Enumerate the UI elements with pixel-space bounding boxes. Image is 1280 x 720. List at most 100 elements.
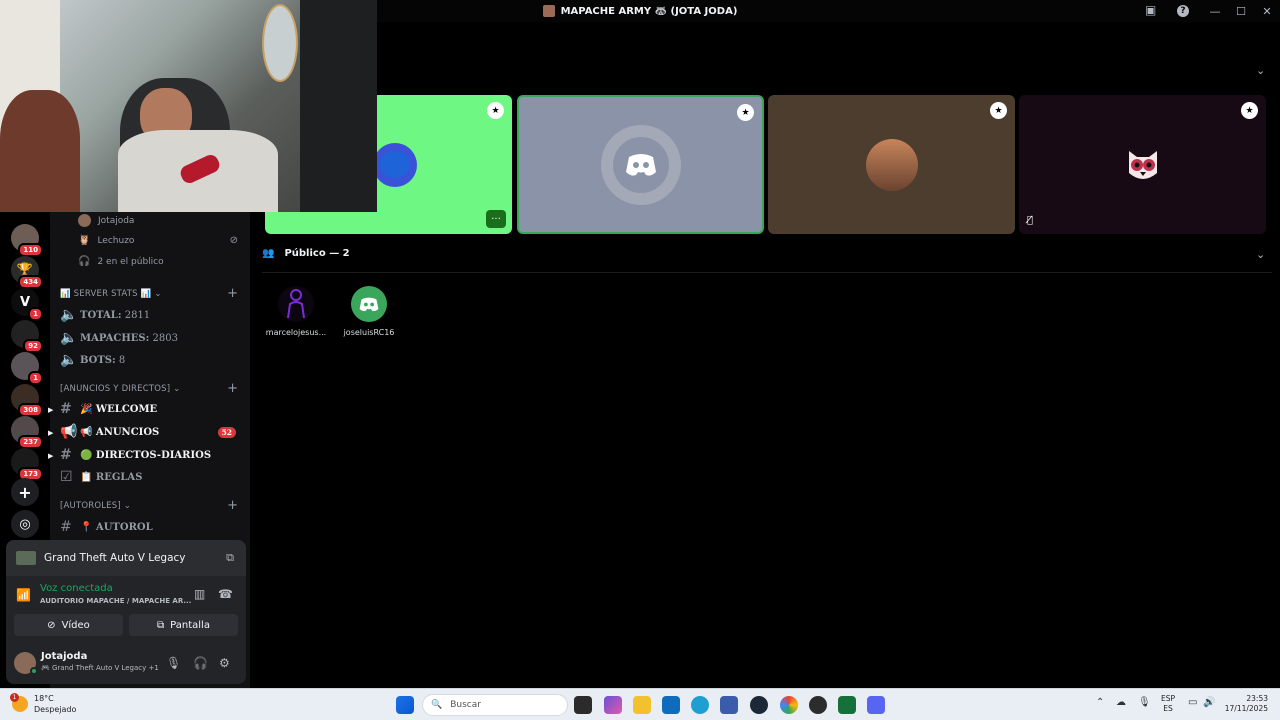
more-options-button[interactable]: ··· [486, 210, 506, 228]
file-explorer-icon[interactable] [633, 696, 651, 714]
public-count[interactable]: 🎧 2 en el público [78, 256, 164, 267]
activity-bar[interactable]: Grand Theft Auto V Legacy ⧉ [6, 540, 246, 576]
media-buttons: ⊘ Vídeo ⧉ Pantalla [14, 614, 238, 636]
stage-speaker-icon: ★ [990, 102, 1007, 119]
server-icon[interactable]: 308 [11, 384, 43, 417]
category-autoroles[interactable]: [AUTOROLES] ⌄ [60, 501, 131, 511]
obs-icon[interactable] [809, 696, 827, 714]
channel-name: 🎉 WELCOME [80, 403, 158, 415]
server-icon[interactable]: 237 [11, 416, 43, 449]
stat-value: 8 [118, 354, 126, 366]
stat-value: 2811 [124, 309, 151, 321]
stat-channel[interactable]: 🔈 MAPACHES: 2803 [60, 330, 178, 346]
weather-condition: Despejado [34, 705, 77, 714]
discover-button[interactable]: ◎ [11, 510, 39, 538]
weather-widget[interactable]: 1 18°C Despejado [10, 693, 77, 715]
stage-tile-active[interactable]: ★ [517, 95, 764, 234]
close-button[interactable]: ✕ [1254, 5, 1280, 18]
volume-icon[interactable]: 🔊 [1203, 697, 1215, 708]
voice-user[interactable]: 🦉 Lechuzo [78, 235, 134, 246]
add-channel-icon[interactable]: + [227, 286, 238, 301]
voice-status-label[interactable]: Voz conectada [40, 583, 113, 594]
add-channel-icon[interactable]: + [227, 381, 238, 396]
network-icon[interactable]: ▭ [1188, 697, 1197, 708]
category-label: 📊 SERVER STATS 📊 [60, 289, 152, 299]
microphone-icon[interactable]: 🎙 [166, 656, 181, 670]
connection-signal-icon[interactable]: 📶 [16, 588, 31, 602]
chrome-icon[interactable] [780, 696, 798, 714]
copilot-icon[interactable] [604, 696, 622, 714]
maximize-button[interactable]: ☐ [1228, 5, 1254, 18]
edge-icon[interactable] [691, 696, 709, 714]
stage-tile[interactable]: ★ 🎙̸ [1019, 95, 1266, 234]
server-icon[interactable]: 110 [11, 224, 43, 257]
audience-member[interactable]: joseluisRC16 [336, 286, 402, 337]
audience-member[interactable]: marcelojesus... [263, 286, 329, 337]
inbox-icon[interactable]: ▣ [1145, 3, 1156, 17]
stat-value: 2803 [152, 332, 178, 344]
temperature: 18°C [34, 694, 54, 703]
gta-launcher-icon[interactable] [838, 696, 856, 714]
system-clock[interactable]: 23:53 17/11/2025 [1225, 694, 1268, 714]
headphones-icon[interactable]: 🎧 [193, 656, 208, 670]
onedrive-cloud-icon[interactable]: ☁ [1116, 697, 1126, 708]
public-count-label: 2 en el público [97, 256, 164, 267]
store-icon[interactable] [662, 696, 680, 714]
stat-channel[interactable]: 🔈 TOTAL: 2811 [60, 307, 150, 323]
screen-share-button[interactable]: ⧉ Pantalla [129, 614, 238, 636]
channel-directos[interactable]: ▶ # 🟢 DIRECTOS-DIARIOS [48, 447, 211, 463]
stage-speaker-icon: ★ [1241, 102, 1258, 119]
microphone-tray-icon[interactable]: 🎙 [1138, 697, 1151, 708]
channel-autorol[interactable]: # 📍 AUTOROL [60, 519, 153, 535]
minimize-button[interactable]: — [1202, 5, 1228, 18]
category-anuncios[interactable]: [ANUNCIOS Y DIRECTOS] ⌄ [60, 384, 181, 394]
steam-icon[interactable] [750, 696, 768, 714]
stage-tile[interactable]: ★ [768, 95, 1015, 234]
public-collapse-chevron-icon[interactable]: ⌄ [1256, 248, 1265, 261]
discord-taskbar-icon[interactable] [867, 696, 885, 714]
clock-date: 17/11/2025 [1224, 704, 1268, 713]
task-view-icon[interactable] [574, 696, 592, 714]
voice-channel-name[interactable]: AUDITORIO MAPACHE / MAPACHE AR... [40, 597, 191, 605]
add-channel-icon[interactable]: + [227, 498, 238, 513]
video-button[interactable]: ⊘ Vídeo [14, 614, 123, 636]
stat-label: MAPACHES: [80, 332, 150, 344]
webcam-mirror [262, 4, 298, 82]
notepad-icon[interactable] [720, 696, 738, 714]
unread-indicator: ▶ [48, 404, 54, 414]
user-name[interactable]: Jotajoda [41, 651, 87, 662]
server-icon[interactable]: 173 [11, 448, 43, 481]
channel-welcome[interactable]: ▶ # 🎉 WELCOME [48, 401, 158, 417]
discord-logo-icon [612, 136, 669, 193]
video-off-icon: ⊘ [47, 619, 56, 631]
category-server-stats[interactable]: 📊 SERVER STATS 📊 ⌄ [60, 289, 162, 299]
stage-speaker-icon: ★ [487, 102, 504, 119]
server-icon[interactable]: V1 [11, 288, 43, 321]
lang-code: ESP [1161, 694, 1176, 703]
public-section-header[interactable]: 👥 Público — 2 [262, 248, 350, 259]
windows-start-icon[interactable] [396, 696, 414, 714]
server-icon[interactable]: 🏆 434 [11, 256, 43, 289]
add-server-button[interactable]: + [11, 478, 39, 506]
hash-icon: # [60, 401, 72, 417]
disconnect-icon[interactable]: ☎ [218, 587, 233, 601]
channel-reglas[interactable]: ☑ 📋 REGLAS [60, 469, 142, 485]
headphones-icon: 🎧 [78, 256, 91, 267]
voice-user[interactable]: Jotajoda [78, 214, 134, 227]
collapse-stage-chevron-icon[interactable]: ⌄ [1256, 64, 1265, 77]
language-indicator[interactable]: ESP ES [1161, 694, 1175, 714]
stat-channel[interactable]: 🔈 BOTS: 8 [60, 352, 125, 368]
tray-overflow-chevron-icon[interactable]: ⌃ [1096, 697, 1104, 708]
noise-suppression-icon[interactable]: ▥ [194, 587, 205, 601]
speaker-icon: 🔈 [60, 330, 78, 346]
stream-game-icon[interactable]: ⧉ [226, 551, 234, 565]
help-icon[interactable]: ? [1177, 5, 1189, 17]
settings-gear-icon[interactable]: ⚙ [219, 656, 230, 670]
server-icon[interactable]: 1 [11, 352, 43, 385]
stat-label: TOTAL: [80, 309, 122, 321]
server-badge: 1 [28, 371, 43, 385]
taskbar-search[interactable]: 🔍 Buscar [422, 694, 568, 716]
activity-game-name: Grand Theft Auto V Legacy [44, 552, 186, 564]
channel-anuncios[interactable]: ▶ 📢 📢 ANUNCIOS 52 [48, 424, 248, 440]
server-icon[interactable]: 92 [11, 320, 43, 353]
